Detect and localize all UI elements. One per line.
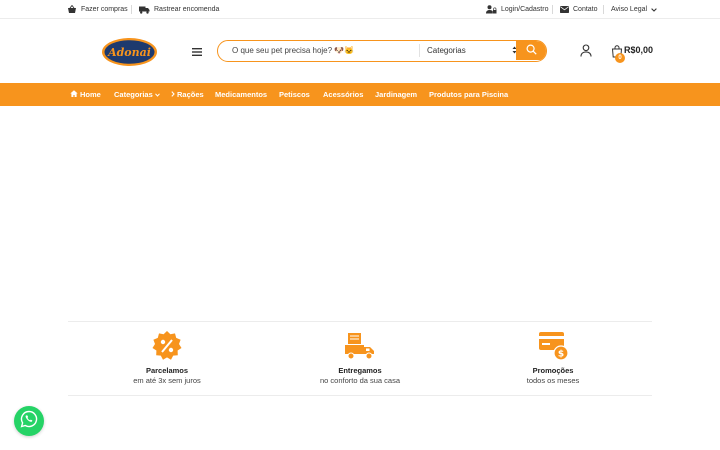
nav-item-medicamentos[interactable]: Medicamentos bbox=[215, 83, 267, 106]
nav-item-label: Categorias bbox=[114, 90, 153, 99]
cart-total: R$0,00 bbox=[624, 45, 654, 55]
search-button[interactable] bbox=[516, 41, 546, 60]
divider bbox=[603, 5, 604, 14]
feature-subtitle: no conforto da sua casa bbox=[319, 376, 401, 385]
nav-item-racoes[interactable]: Rações bbox=[171, 83, 204, 106]
shop-link-label: Fazer compras bbox=[81, 6, 128, 13]
user-lock-icon bbox=[486, 5, 497, 14]
legal-notice-label: Aviso Legal bbox=[611, 6, 648, 13]
login-link-label: Login/Cadastro bbox=[501, 6, 549, 13]
card-dollar-icon: $ bbox=[473, 330, 633, 362]
search-bar: Categorias bbox=[217, 40, 547, 62]
nav-item-home[interactable]: Home bbox=[70, 83, 101, 106]
search-input[interactable] bbox=[232, 41, 418, 60]
chevron-right-icon bbox=[171, 90, 175, 99]
divider bbox=[68, 395, 652, 396]
nav-item-label: Rações bbox=[177, 90, 204, 99]
nav-item-petiscos[interactable]: Petiscos bbox=[279, 83, 310, 106]
feature-installments: Parcelamos em até 3x sem juros bbox=[87, 330, 247, 385]
feature-subtitle: em até 3x sem juros bbox=[133, 376, 201, 385]
nav-item-produtos-piscina[interactable]: Produtos para Piscina bbox=[429, 83, 508, 106]
nav-item-acessorios[interactable]: Acessórios bbox=[323, 83, 363, 106]
nav-item-label: Acessórios bbox=[323, 90, 364, 99]
feature-delivery: Entregamos no conforto da sua casa bbox=[280, 330, 440, 385]
whatsapp-icon bbox=[20, 410, 38, 433]
track-order-label: Rastrear encomenda bbox=[154, 6, 220, 13]
nav-item-label: Medicamentos bbox=[215, 90, 268, 99]
nav-item-jardinagem[interactable]: Jardinagem bbox=[375, 83, 417, 106]
divider bbox=[68, 321, 652, 322]
divider bbox=[552, 5, 553, 14]
login-link[interactable]: Login/Cadastro bbox=[486, 0, 548, 19]
feature-title: Promoções bbox=[532, 366, 574, 375]
divider bbox=[131, 5, 132, 14]
site-logo[interactable]: Adonai bbox=[101, 37, 158, 67]
nav-item-label: Petiscos bbox=[279, 90, 310, 99]
delivery-truck-icon bbox=[280, 330, 440, 362]
account-user-icon[interactable] bbox=[580, 44, 592, 57]
truck-icon bbox=[139, 6, 150, 14]
category-select-label: Categorias bbox=[427, 46, 466, 55]
svg-text:$: $ bbox=[558, 350, 564, 360]
divider bbox=[419, 44, 420, 57]
nav-item-categorias[interactable]: Categorias bbox=[114, 83, 160, 106]
search-icon bbox=[525, 42, 537, 60]
chevron-down-icon bbox=[154, 90, 160, 99]
envelope-icon bbox=[560, 6, 569, 13]
category-select[interactable]: Categorias bbox=[427, 41, 517, 60]
legal-notice-dropdown[interactable]: Aviso Legal bbox=[611, 0, 657, 19]
contact-link[interactable]: Contato bbox=[560, 0, 598, 19]
basket-icon bbox=[67, 5, 77, 14]
feature-title: Entregamos bbox=[338, 366, 382, 375]
track-order-link[interactable]: Rastrear encomenda bbox=[139, 0, 219, 19]
cart-button[interactable]: 0 R$0,00 bbox=[609, 42, 659, 64]
whatsapp-chat-button[interactable] bbox=[14, 406, 44, 436]
menu-hamburger-icon[interactable] bbox=[191, 45, 203, 57]
main-navigation: Home Categorias Rações Medicamentos Peti… bbox=[0, 83, 720, 106]
percent-badge-icon bbox=[87, 330, 247, 362]
nav-item-label: Home bbox=[80, 90, 101, 99]
home-icon bbox=[70, 90, 78, 99]
feature-title: Parcelamos bbox=[145, 366, 189, 375]
shop-link[interactable]: Fazer compras bbox=[67, 0, 128, 19]
feature-promotions: $ Promoções todos os meses bbox=[473, 330, 633, 385]
top-utility-bar: Fazer compras Rastrear encomenda Login/C… bbox=[0, 0, 720, 19]
nav-item-label: Jardinagem bbox=[375, 90, 418, 99]
feature-subtitle: todos os meses bbox=[526, 376, 580, 385]
contact-link-label: Contato bbox=[573, 6, 598, 13]
logo-text: Adonai bbox=[107, 46, 151, 59]
nav-item-label: Produtos para Piscina bbox=[429, 90, 509, 99]
chevron-down-icon bbox=[651, 7, 657, 12]
